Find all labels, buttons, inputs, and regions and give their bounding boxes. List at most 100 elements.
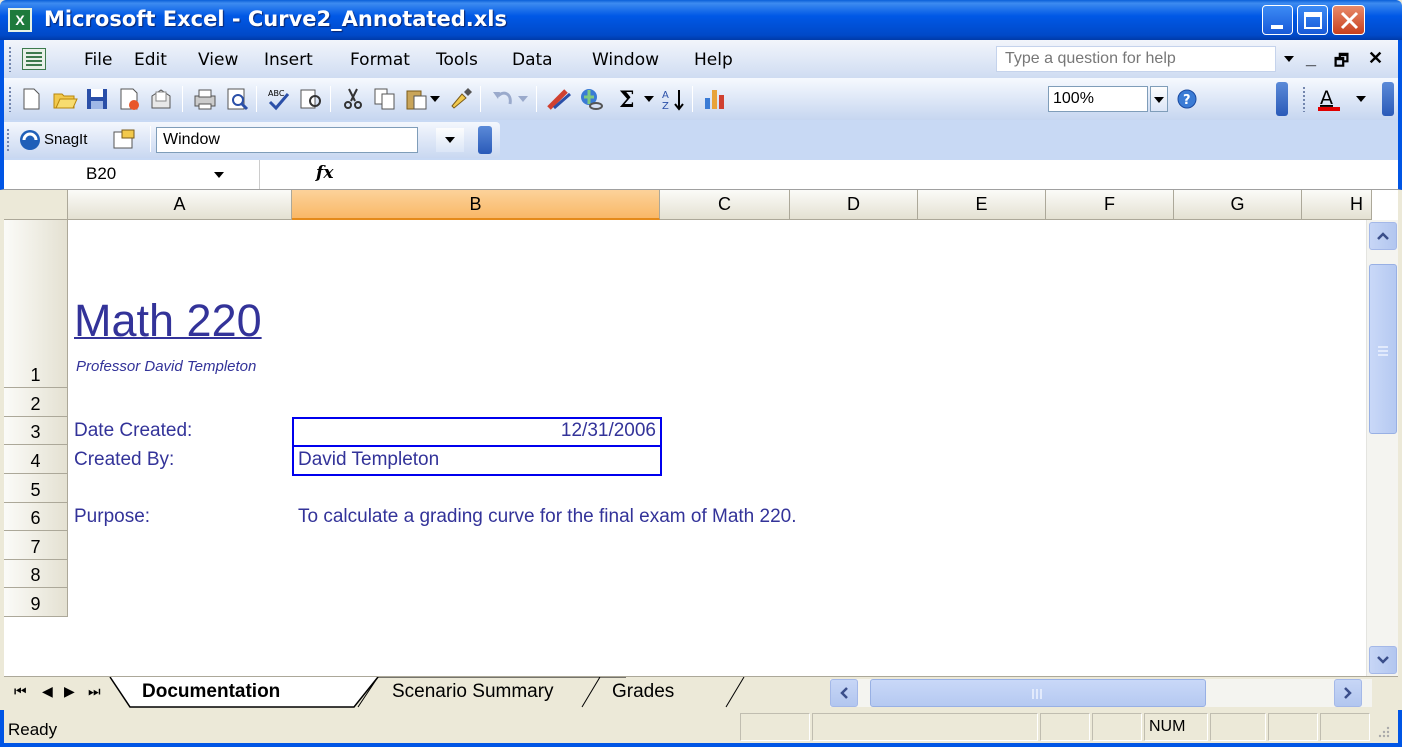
toolbar-options-button[interactable]	[1276, 82, 1288, 116]
capture-mode-combo[interactable]: Window	[156, 127, 418, 153]
sheet-tab-documentation[interactable]: Documentation	[134, 677, 288, 709]
capture-mode-dropdown-button[interactable]	[436, 128, 464, 152]
help-icon[interactable]: ?	[1174, 86, 1200, 112]
menu-insert[interactable]: Insert	[264, 50, 313, 70]
print-preview-icon[interactable]	[224, 86, 250, 112]
column-header-c[interactable]: C	[660, 190, 790, 220]
doc-minimize-button[interactable]: _	[1306, 48, 1316, 69]
paste-dropdown-icon[interactable]	[430, 96, 440, 102]
created-by-value[interactable]: David Templeton	[298, 449, 439, 471]
undo-icon[interactable]	[490, 86, 516, 112]
snagit-options-button[interactable]	[478, 126, 492, 154]
spelling-icon[interactable]: ABC	[266, 86, 292, 112]
formatting-toolbar-grip[interactable]	[1302, 86, 1306, 112]
sheet-tab-scenario-summary[interactable]: Scenario Summary	[384, 677, 562, 709]
formatting-options-button[interactable]	[1382, 82, 1394, 116]
row-header-1[interactable]: 1	[4, 220, 68, 388]
drawing-icon[interactable]	[546, 86, 572, 112]
row-header-3[interactable]: 3	[4, 417, 68, 445]
snagit-toolbar: SnagIt Window	[4, 122, 500, 158]
permission-icon[interactable]	[116, 86, 142, 112]
research-icon[interactable]	[298, 86, 324, 112]
scroll-up-button[interactable]	[1369, 222, 1397, 250]
insert-hyperlink-icon[interactable]	[578, 86, 604, 112]
open-icon[interactable]	[52, 86, 78, 112]
menu-file[interactable]: File	[84, 50, 112, 70]
snagit-icon[interactable]	[18, 128, 42, 152]
autosum-icon[interactable]: Σ	[616, 86, 642, 112]
scroll-right-button[interactable]	[1334, 679, 1362, 707]
maximize-button[interactable]	[1297, 5, 1328, 35]
toolbar-grip[interactable]	[8, 86, 12, 112]
scroll-left-button[interactable]	[830, 679, 858, 707]
zoom-combo[interactable]: 100%	[1048, 86, 1148, 112]
undo-dropdown-icon[interactable]	[518, 96, 528, 102]
first-sheet-icon[interactable]: ⏮	[14, 683, 27, 700]
paste-icon[interactable]	[404, 86, 430, 112]
doc-restore-button[interactable]: 🗗	[1334, 50, 1349, 77]
close-button[interactable]	[1332, 5, 1365, 35]
toolbar-separator	[150, 126, 151, 152]
horizontal-scrollbar[interactable]	[830, 679, 1372, 707]
menu-grip[interactable]	[8, 46, 12, 72]
row-header-7[interactable]: 7	[4, 531, 68, 560]
last-sheet-icon[interactable]: ⏭	[88, 683, 101, 700]
worksheet-grid[interactable]: A B C D E F G H 1 2 3 4 5 6 7 8 9 Math 2…	[4, 190, 1398, 676]
row-header-9[interactable]: 9	[4, 588, 68, 617]
workbook-icon[interactable]	[22, 48, 46, 70]
select-all-button[interactable]	[4, 190, 68, 220]
vertical-scroll-thumb[interactable]	[1369, 264, 1397, 434]
row-header-4[interactable]: 4	[4, 445, 68, 474]
column-header-g[interactable]: G	[1174, 190, 1302, 220]
autosum-dropdown-icon[interactable]	[644, 96, 654, 102]
row-header-6[interactable]: 6	[4, 503, 68, 531]
snagit-grip[interactable]	[6, 128, 10, 152]
excel-app-icon[interactable]: X	[8, 8, 32, 32]
menu-edit[interactable]: Edit	[134, 50, 167, 70]
scroll-down-button[interactable]	[1369, 646, 1397, 674]
date-created-value[interactable]: 12/31/2006	[294, 420, 658, 442]
chart-wizard-icon[interactable]	[702, 86, 728, 112]
column-header-e[interactable]: E	[918, 190, 1046, 220]
help-dropdown-icon[interactable]	[1284, 56, 1294, 62]
column-header-h[interactable]: H	[1302, 190, 1372, 220]
horizontal-scroll-thumb[interactable]	[870, 679, 1206, 707]
font-color-icon[interactable]: A	[1314, 86, 1348, 112]
menu-help[interactable]: Help	[694, 50, 733, 70]
doc-close-button[interactable]: ✕	[1368, 48, 1383, 69]
email-icon[interactable]	[148, 86, 174, 112]
resize-grip-icon[interactable]	[1374, 724, 1392, 742]
row-header-8[interactable]: 8	[4, 560, 68, 588]
vertical-scrollbar[interactable]	[1366, 220, 1398, 676]
sheet-tab-grades[interactable]: Grades	[604, 677, 682, 709]
copy-icon[interactable]	[372, 86, 398, 112]
zoom-dropdown-button[interactable]	[1150, 86, 1168, 112]
purpose-value[interactable]: To calculate a grading curve for the fin…	[298, 506, 797, 528]
prev-sheet-icon[interactable]: ◀	[42, 683, 53, 700]
menu-view[interactable]: View	[198, 50, 238, 70]
sort-ascending-icon[interactable]: AZ	[660, 86, 686, 112]
name-box-dropdown-icon[interactable]	[214, 172, 224, 178]
column-header-b[interactable]: B	[292, 190, 660, 220]
menu-tools[interactable]: Tools	[436, 50, 478, 70]
menu-data[interactable]: Data	[512, 50, 553, 70]
column-header-d[interactable]: D	[790, 190, 918, 220]
row-header-2[interactable]: 2	[4, 388, 68, 417]
row-header-5[interactable]: 5	[4, 474, 68, 503]
print-icon[interactable]	[192, 86, 218, 112]
column-header-f[interactable]: F	[1046, 190, 1174, 220]
column-header-a[interactable]: A	[68, 190, 292, 220]
menu-window[interactable]: Window	[592, 50, 659, 70]
menu-format[interactable]: Format	[350, 50, 410, 70]
insert-function-button[interactable]: fx	[316, 163, 333, 183]
minimize-button[interactable]	[1262, 5, 1293, 35]
cut-icon[interactable]	[340, 86, 366, 112]
snagit-settings-icon[interactable]	[112, 128, 138, 152]
snagit-label[interactable]: SnagIt	[44, 131, 87, 148]
new-icon[interactable]	[18, 86, 44, 112]
save-icon[interactable]	[84, 86, 110, 112]
help-search-input[interactable]: Type a question for help	[996, 46, 1276, 72]
next-sheet-icon[interactable]: ▶	[64, 683, 75, 700]
font-color-dropdown-icon[interactable]	[1356, 96, 1366, 102]
format-painter-icon[interactable]	[448, 86, 474, 112]
